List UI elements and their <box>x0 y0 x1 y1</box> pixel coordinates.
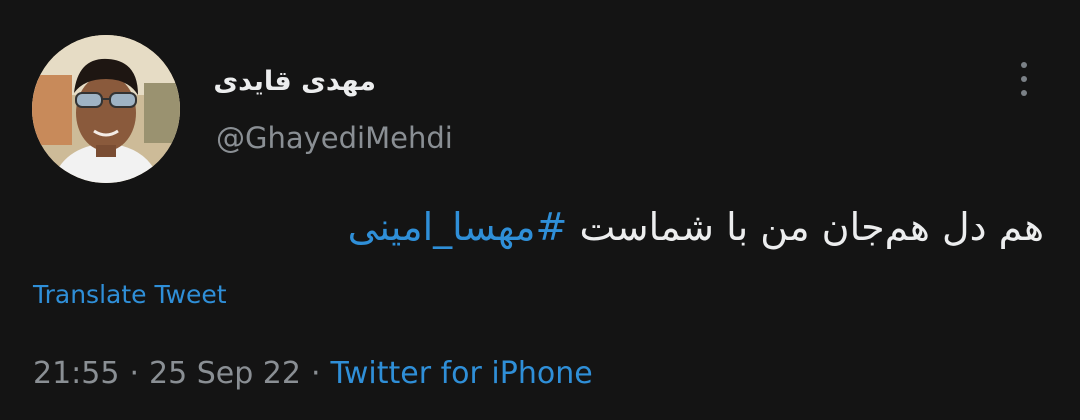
tweet-date[interactable]: 25 Sep 22 <box>149 356 301 391</box>
separator: · <box>310 356 321 391</box>
display-name[interactable]: مهدی قایدی <box>213 64 376 100</box>
tweet-meta: 21:55 · 25 Sep 22 · Twitter for iPhone <box>33 354 593 394</box>
avatar[interactable] <box>32 35 180 183</box>
tweet-card: مهدی قایدی @GhayediMehdi هم دل هم‌جان من… <box>0 0 1080 420</box>
tweet-body: هم دل هم‌جان من با شماست <box>567 205 1044 249</box>
separator: · <box>129 356 140 391</box>
tweet-text: هم دل هم‌جان من با شماست #مهسا_امینی <box>44 198 1044 256</box>
dot <box>1021 90 1027 96</box>
dot <box>1021 62 1027 68</box>
tweet-source-link[interactable]: Twitter for iPhone <box>331 356 593 391</box>
user-handle[interactable]: @GhayediMehdi <box>216 119 453 157</box>
avatar-photo-icon <box>32 35 180 183</box>
translate-tweet-link[interactable]: Translate Tweet <box>33 279 227 311</box>
more-vertical-icon[interactable] <box>1008 58 1040 100</box>
tweet-time[interactable]: 21:55 <box>33 356 119 391</box>
dot <box>1021 76 1027 82</box>
hashtag-link[interactable]: #مهسا_امینی <box>348 205 568 249</box>
